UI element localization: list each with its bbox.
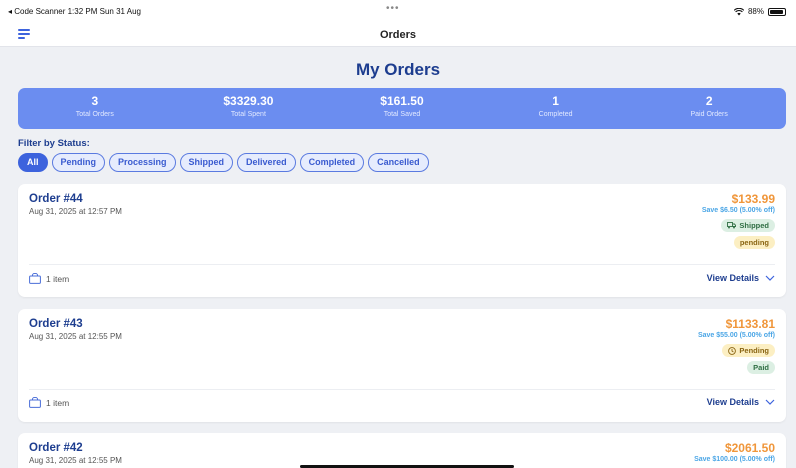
order-card[interactable]: Order #44 Aug 31, 2025 at 12:57 PM $133.… [18, 184, 786, 297]
order-items: 1 item [29, 397, 69, 408]
payment-status-badge: Paid [747, 361, 775, 374]
battery-icon [768, 7, 786, 16]
status-bar: ◂ Code Scanner 1:32 PM Sun 31 Aug ••• 88… [0, 0, 796, 22]
nav-title: Orders [379, 29, 417, 41]
nav-bar: Orders [0, 22, 796, 47]
order-price: $2061.50 [724, 441, 775, 455]
view-details-label: View Details [706, 397, 759, 407]
stat-value: $3329.30 [223, 94, 274, 108]
stat-label: Total Spent [230, 111, 266, 118]
filter-chip-processing[interactable]: Processing [109, 153, 176, 172]
view-details-button[interactable]: View Details [707, 397, 775, 407]
order-status-badge: Pending [722, 344, 775, 357]
status-bar-left: ◂ Code Scanner 1:32 PM Sun 31 Aug [8, 7, 141, 16]
order-items: 1 item [29, 273, 69, 284]
chevron-down-icon [765, 399, 775, 405]
filter-label: Filter by Status: [18, 138, 90, 149]
payment-status-badge: pending [733, 236, 775, 249]
order-id: Order #42 [29, 442, 83, 454]
order-savings: Save $55.00 (5.00% off) [697, 332, 775, 339]
stat-paid-orders: 2 Paid Orders [632, 88, 786, 129]
order-price: $133.99 [731, 192, 775, 206]
card-divider [29, 389, 775, 390]
filter-chip-pending[interactable]: Pending [51, 153, 106, 172]
order-card[interactable]: Order #43 Aug 31, 2025 at 12:55 PM $1133… [18, 309, 786, 422]
order-id: Order #43 [29, 318, 83, 330]
order-status-label: Pending [739, 346, 769, 355]
stats-summary: 3 Total Orders $3329.30 Total Spent $161.5… [18, 88, 786, 129]
multitasking-dots[interactable]: ••• [386, 3, 400, 14]
stat-label: Completed [538, 111, 573, 118]
order-price: $1133.81 [725, 317, 775, 331]
order-items-label: 1 item [46, 397, 70, 408]
order-savings: Save $6.50 (5.00% off) [701, 207, 775, 214]
order-status-label: Shipped [739, 221, 769, 230]
view-details-button[interactable]: View Details [707, 273, 775, 283]
status-bar-right: 88% [733, 7, 786, 16]
filter-chip-shipped[interactable]: Shipped [179, 153, 234, 172]
stat-label: Total Saved [383, 111, 421, 118]
battery-percent: 88% [747, 7, 764, 16]
stat-value: 3 [91, 94, 99, 108]
stat-completed: 1 Completed [479, 88, 633, 129]
view-details-label: View Details [706, 273, 759, 283]
stat-value: $161.50 [380, 94, 424, 108]
stat-label: Total Orders [75, 111, 114, 118]
clock-icon [728, 346, 737, 355]
filter-chip-delivered[interactable]: Delivered [237, 153, 296, 172]
stat-value: 1 [552, 94, 559, 108]
filter-chip-all[interactable]: All [18, 153, 48, 172]
stat-label: Paid Orders [690, 111, 728, 118]
order-date: Aug 31, 2025 at 12:55 PM [29, 332, 122, 341]
wifi-icon [733, 7, 744, 15]
order-status-badge: Shipped [721, 219, 775, 232]
shopping-bag-icon [29, 397, 41, 408]
shopping-bag-icon [29, 273, 41, 284]
chevron-down-icon [765, 275, 775, 281]
filter-chip-cancelled[interactable]: Cancelled [368, 153, 429, 172]
order-items-label: 1 item [46, 273, 70, 284]
stat-total-spent: $3329.30 Total Spent [172, 88, 326, 129]
truck-icon [727, 222, 737, 229]
filter-chip-completed[interactable]: Completed [299, 153, 365, 172]
status-filter-chips: All Pending Processing Shipped Delivered… [18, 153, 429, 172]
stat-total-orders: 3 Total Orders [18, 88, 172, 129]
order-date: Aug 31, 2025 at 12:57 PM [29, 207, 122, 216]
stat-total-saved: $161.50 Total Saved [325, 88, 479, 129]
card-divider [29, 264, 775, 265]
order-date: Aug 31, 2025 at 12:55 PM [29, 456, 122, 465]
page-title: My Orders [355, 60, 441, 79]
order-savings: Save $100.00 (5.00% off) [694, 456, 775, 463]
order-id: Order #44 [29, 193, 83, 205]
stat-value: 2 [705, 94, 713, 108]
order-card[interactable]: Order #42 Aug 31, 2025 at 12:55 PM $2061… [18, 433, 786, 468]
